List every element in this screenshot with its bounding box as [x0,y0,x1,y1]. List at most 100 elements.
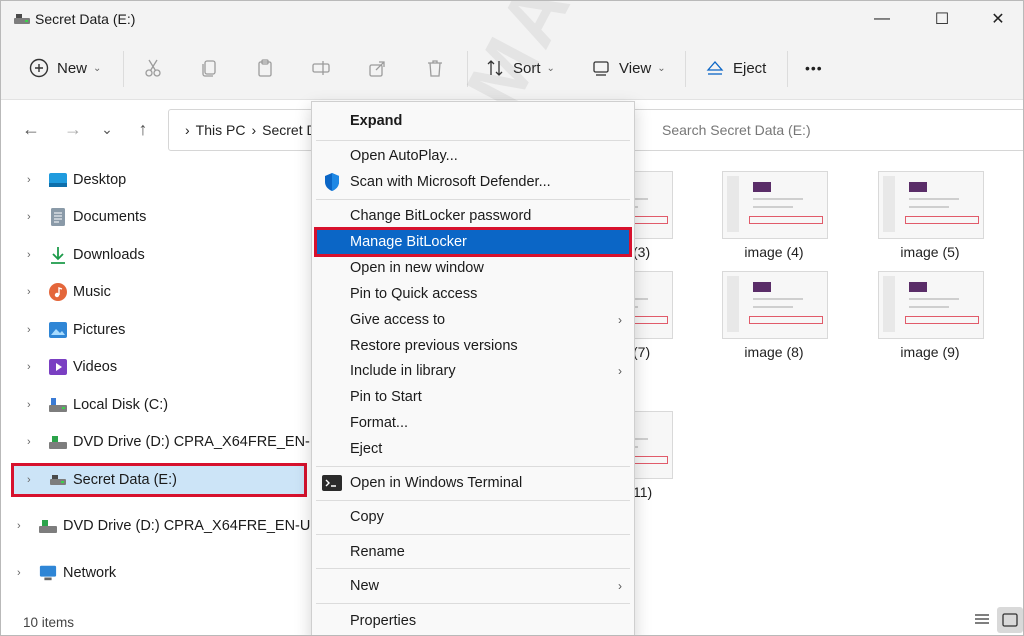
search-box[interactable]: Search Secret Data (E:) [633,109,1023,151]
sidebar-item-label: Local Disk (C:) [73,397,169,413]
minimize-button[interactable]: — [859,1,905,37]
sidebar-item-local-disk[interactable]: › Local Disk (C:) [1,388,313,422]
close-button[interactable]: ✕ [975,1,1021,37]
share-icon [369,61,385,77]
menu-item-rename[interactable]: Rename [312,539,634,565]
up-button[interactable]: ↑ [131,117,155,141]
sidebar-item-label: Videos [73,359,118,375]
menu-item-open-new-window[interactable]: Open in new window [312,255,634,281]
back-button[interactable]: ← [19,117,43,141]
chevron-right-icon[interactable]: › [27,361,31,373]
menu-separator [316,199,630,200]
details-view-button[interactable] [969,607,995,633]
eject-icon [706,61,724,75]
share-button[interactable] [367,51,395,85]
chevron-right-icon[interactable]: › [27,249,31,261]
sidebar-item-documents[interactable]: › Documents [1,200,313,234]
more-options-button[interactable]: ••• [805,51,823,85]
maximize-button[interactable]: ☐ [919,1,965,37]
menu-item-open-terminal[interactable]: Open in Windows Terminal [312,470,634,496]
menu-item-open-autoplay[interactable]: Open AutoPlay... [312,143,634,169]
document-icon [49,208,67,226]
eject-label: Eject [733,59,767,77]
rename-button[interactable] [311,51,339,85]
delete-button[interactable] [425,51,453,85]
menu-item-include-library[interactable]: Include in library › [312,358,634,384]
menu-separator [316,568,630,569]
dvd-drive-icon [49,433,67,451]
menu-item-expand[interactable]: Expand [312,108,634,134]
file-thumbnail[interactable] [878,171,984,239]
sidebar-item-dvd-drive[interactable]: › DVD Drive (D:) CPRA_X64FRE_EN-US_DV9 [1,425,366,459]
chevron-down-icon: ⌄ [93,62,102,74]
chevron-right-icon[interactable]: › [27,174,31,186]
menu-item-copy[interactable]: Copy [312,504,634,530]
eject-button[interactable]: Eject [705,51,766,85]
sidebar-item-dvd-drive[interactable]: › DVD Drive (D:) CPRA_X64FRE_EN-US_DV9 [1,509,356,543]
file-thumbnail[interactable] [878,271,984,339]
context-menu: Expand Open AutoPlay... Scan with Micros… [311,101,635,635]
address-bar[interactable]: › This PC › Secret Data (E:) [168,109,320,151]
view-button[interactable]: View ⌄ [591,51,666,85]
file-label[interactable]: image (5) [878,244,982,260]
command-bar: New ⌄ Sort ⌄ View ⌄ Eject ••• [1,37,1023,100]
sidebar-item-videos[interactable]: › Videos [1,350,313,384]
window-title: Secret Data (E:) [35,11,136,27]
chevron-right-icon: › [618,579,622,593]
cut-button[interactable] [143,51,171,85]
sidebar-item-network[interactable]: › Network [1,556,313,590]
copy-button[interactable] [199,51,227,85]
file-thumbnail[interactable] [722,171,828,239]
recent-locations-button[interactable]: ⌄ [95,117,119,141]
menu-item-pin-start[interactable]: Pin to Start [312,384,634,410]
menu-item-scan-defender[interactable]: Scan with Microsoft Defender... [312,169,634,195]
menu-separator [316,140,630,141]
new-button[interactable]: New ⌄ [29,51,101,85]
title-bar: Secret Data (E:) — ☐ ✕ [1,1,1023,37]
menu-item-pin-quick-access[interactable]: Pin to Quick access [312,281,634,307]
menu-item-eject[interactable]: Eject [312,436,634,462]
trash-icon [428,60,442,77]
menu-item-new[interactable]: New › [312,573,634,599]
menu-item-format[interactable]: Format... [312,410,634,436]
chevron-right-icon[interactable]: › [27,211,31,223]
view-label: View [619,59,652,77]
view-icon [593,61,609,76]
search-input[interactable]: Search Secret Data (E:) [662,122,811,138]
file-thumbnail[interactable] [722,271,828,339]
menu-separator [316,500,630,501]
chevron-right-icon[interactable]: › [27,324,31,336]
chevron-right-icon[interactable]: › [17,567,21,579]
menu-item-properties[interactable]: Properties [312,608,634,634]
chevron-down-icon: ⌄ [657,62,666,74]
menu-item-give-access[interactable]: Give access to › [312,307,634,333]
video-icon [49,358,67,376]
sidebar-item-label: Documents [73,209,147,225]
music-icon [49,283,67,301]
sidebar-item-downloads[interactable]: › Downloads [1,238,313,272]
file-label[interactable]: image (8) [722,344,826,360]
sort-button[interactable]: Sort ⌄ [485,51,555,85]
sidebar-item-music[interactable]: › Music [1,275,313,309]
menu-separator [316,466,630,467]
chevron-right-icon: › [618,313,622,327]
chevron-right-icon[interactable]: › [17,520,21,532]
file-label[interactable]: image (9) [878,344,982,360]
menu-item-restore-versions[interactable]: Restore previous versions [312,333,634,359]
file-label[interactable]: image (4) [722,244,826,260]
menu-item-change-bitlocker-password[interactable]: Change BitLocker password [312,203,634,229]
terminal-icon [322,473,342,493]
forward-button[interactable]: → [61,117,85,141]
chevron-right-icon[interactable]: › [27,436,31,448]
desktop-icon [49,171,67,189]
paste-button[interactable] [255,51,283,85]
sidebar-item-pictures[interactable]: › Pictures [1,313,313,347]
chevron-right-icon[interactable]: › [27,399,31,411]
thumbnail-view-button[interactable] [997,607,1023,633]
sidebar-item-desktop[interactable]: › Desktop [1,163,313,197]
sort-icon [487,60,503,76]
hard-drive-icon [49,396,67,414]
chevron-right-icon[interactable]: › [27,286,31,298]
sidebar-item-label: Pictures [73,322,126,338]
breadcrumb-this-pc[interactable]: This PC [196,122,246,138]
